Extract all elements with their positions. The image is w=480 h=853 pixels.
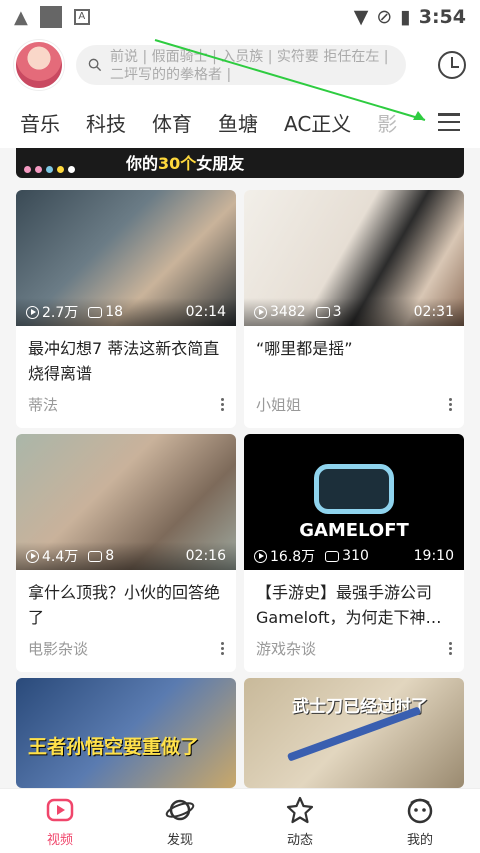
video-title[interactable]: “哪里都是摇”	[244, 326, 464, 388]
nav-discover[interactable]: 发现	[120, 789, 240, 853]
tab-sports[interactable]: 体育	[152, 108, 192, 137]
view-count: 2.7万	[42, 305, 79, 321]
play-count-icon	[26, 305, 39, 319]
video-icon	[46, 798, 74, 821]
bottom-nav: 视频 发现 动态 我的	[0, 788, 480, 853]
more-options-icon[interactable]	[221, 642, 224, 655]
video-card[interactable]: 武士刀已经过时了	[244, 678, 464, 788]
tab-music[interactable]: 音乐	[20, 108, 60, 137]
nav-label: 动态	[286, 832, 313, 848]
video-meta: 2.7万 18 02:14	[16, 298, 236, 326]
nav-label: 发现	[166, 832, 193, 848]
more-options-icon[interactable]	[221, 398, 224, 411]
video-meta: 16.8万 310 19:10	[244, 542, 464, 570]
video-thumbnail[interactable]: 4.4万 8 02:16	[16, 434, 236, 570]
danmaku-count: 310	[342, 548, 369, 564]
nav-video[interactable]: 视频	[0, 789, 120, 853]
channel-name[interactable]: 电影杂谈	[28, 638, 88, 659]
play-count-icon	[26, 549, 39, 563]
category-tabs: 音乐 科技 体育 鱼塘 AC正义 影	[0, 96, 480, 148]
wifi-icon: ▼	[353, 6, 369, 28]
search-placeholder: 前说 | 假面骑士 | 入员族 | 实符要 拒任在左 | 二坪写的的拳格者 |	[110, 49, 389, 82]
tab-ac-justice[interactable]: AC正义	[284, 108, 351, 137]
tab-fishpond[interactable]: 鱼塘	[218, 108, 258, 137]
duration: 02:31	[413, 304, 454, 320]
video-title[interactable]: 【手游史】最强手游公司Gameloft，为何走下神…	[244, 570, 464, 632]
danmaku-count: 3	[332, 304, 342, 320]
tab-film[interactable]: 影	[377, 108, 397, 137]
thumbnail-caption: 王者孙悟空要重做了	[28, 736, 200, 758]
more-options-icon[interactable]	[449, 398, 452, 411]
video-thumbnail[interactable]: GAMELOFT 16.8万 310 19:10	[244, 434, 464, 570]
banner[interactable]: 你的30个女朋友	[16, 148, 464, 178]
video-thumbnail[interactable]: 3482 3 02:31	[244, 190, 464, 326]
view-count: 16.8万	[270, 549, 316, 565]
nav-label: 我的	[406, 832, 433, 848]
video-card[interactable]: 4.4万 8 02:16 拿什么顶我？小伙的回答绝了 电影杂谈	[16, 434, 236, 672]
danmaku-count: 18	[105, 304, 124, 320]
channel-name[interactable]: 游戏杂谈	[256, 638, 316, 659]
video-title[interactable]: 最冲幻想7 蒂法这新衣简直烧得离谱	[16, 326, 236, 388]
top-header: 前说 | 假面骑士 | 入员族 | 实符要 拒任在左 | 二坪写的的拳格者 |	[0, 34, 480, 96]
more-options-icon[interactable]	[449, 642, 452, 655]
app-a-icon: ▲	[14, 6, 28, 28]
danmaku-icon	[315, 306, 330, 318]
video-meta: 3482 3 02:31	[244, 298, 464, 326]
star-icon	[286, 796, 314, 823]
channel-name[interactable]: 小姐姐	[256, 394, 301, 415]
play-count-icon	[254, 305, 267, 319]
app-a-box-icon: A	[73, 9, 90, 25]
nav-profile[interactable]: 我的	[360, 789, 480, 853]
video-card[interactable]: 3482 3 02:31 “哪里都是摇” 小姐姐	[244, 190, 464, 428]
video-meta: 4.4万 8 02:16	[16, 542, 236, 570]
menu-icon[interactable]	[438, 113, 460, 131]
planet-icon	[165, 799, 195, 820]
video-thumbnail[interactable]: 武士刀已经过时了	[244, 678, 464, 788]
search-bar[interactable]: 前说 | 假面骑士 | 入员族 | 实符要 拒任在左 | 二坪写的的拳格者 |	[76, 45, 406, 85]
danmaku-icon	[88, 550, 103, 562]
duration: 02:16	[185, 548, 226, 564]
thumbnail-caption: GAMELOFT	[299, 520, 409, 541]
view-count: 3482	[270, 304, 306, 320]
video-card[interactable]: 2.7万 18 02:14 最冲幻想7 蒂法这新衣简直烧得离谱 蒂法	[16, 190, 236, 428]
video-title[interactable]: 拿什么顶我？小伙的回答绝了	[16, 570, 236, 632]
danmaku-count: 8	[105, 548, 115, 564]
sim-icon: ⊘	[376, 6, 393, 28]
avatar[interactable]	[14, 40, 64, 90]
notification-square-icon	[39, 6, 62, 28]
danmaku-icon	[325, 550, 340, 562]
channel-name[interactable]: 蒂法	[28, 394, 58, 415]
video-thumbnail[interactable]: 王者孙悟空要重做了	[16, 678, 236, 788]
duration: 02:14	[185, 304, 226, 320]
gameloft-logo-icon	[314, 464, 394, 514]
duration: 19:10	[413, 548, 454, 564]
history-clock-icon[interactable]	[438, 51, 466, 79]
tab-tech[interactable]: 科技	[86, 108, 126, 137]
view-count: 4.4万	[42, 549, 79, 565]
nav-label: 视频	[46, 832, 73, 848]
banner-dots	[24, 166, 75, 173]
video-card[interactable]: GAMELOFT 16.8万 310 19:10 【手游史】最强手游公司Game…	[244, 434, 464, 672]
video-thumbnail[interactable]: 2.7万 18 02:14	[16, 190, 236, 326]
play-count-icon	[254, 549, 267, 563]
banner-text: 你的30个女朋友	[126, 154, 245, 173]
status-time: 3:54	[418, 6, 466, 28]
nav-dynamic[interactable]: 动态	[240, 789, 360, 853]
search-icon	[88, 58, 102, 72]
danmaku-icon	[88, 306, 103, 318]
battery-icon: ▮	[400, 6, 411, 28]
status-bar: ▲ A ▼ ⊘ ▮ 3:54	[0, 0, 480, 34]
video-card[interactable]: 王者孙悟空要重做了	[16, 678, 236, 788]
profile-icon	[407, 798, 433, 823]
